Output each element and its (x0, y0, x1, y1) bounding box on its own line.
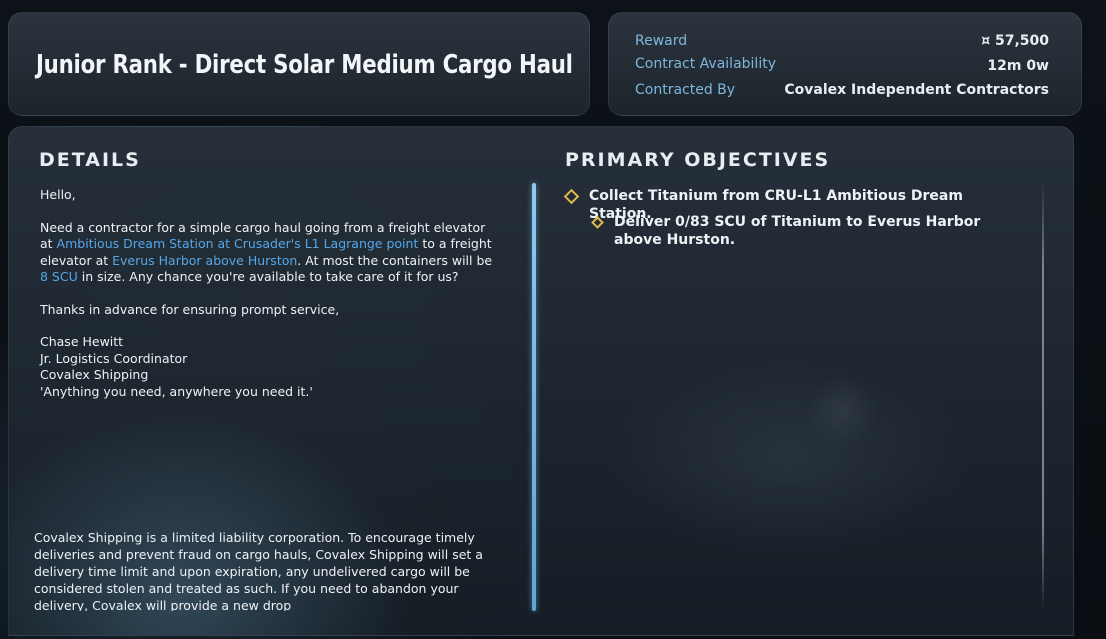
signature-block: Chase Hewitt Jr. Logistics Coordinator C… (40, 334, 500, 400)
availability-label: Contract Availability (635, 56, 776, 72)
request-text-3: . At most the containers will be (297, 252, 493, 268)
contract-screen: Junior Rank - Direct Solar Medium Cargo … (0, 0, 1106, 639)
reward-value: ¤ 57,500 (981, 33, 1049, 49)
objective-text: Deliver 0/83 SCU of Titanium to Everus H… (614, 214, 981, 248)
objectives-heading: PRIMARY OBJECTIVES (565, 149, 831, 171)
greeting-text: Hello, (40, 187, 76, 202)
contracted-by-value: Covalex Independent Contractors (784, 82, 1049, 98)
objectives-scroll-edge (1042, 183, 1044, 611)
dropoff-location-link[interactable]: Everus Harbor above Hurston (112, 253, 297, 268)
objective-diamond-icon (591, 216, 604, 229)
signature-name: Chase Hewitt (40, 334, 124, 349)
contract-info-panel: Reward ¤ 57,500 Contract Availability 12… (608, 12, 1082, 116)
request-text-4: in size. Any chance you're available to … (77, 269, 459, 284)
request-paragraph: Need a contractor for a simple cargo hau… (40, 220, 500, 286)
title-panel: Junior Rank - Direct Solar Medium Cargo … (8, 12, 590, 116)
signature-motto: 'Anything you need, anywhere you need it… (40, 383, 313, 399)
reward-label: Reward (635, 33, 688, 49)
signature-title: Jr. Logistics Coordinator (40, 350, 188, 366)
container-size-link[interactable]: 8 SCU (40, 269, 78, 284)
contracted-by-label: Contracted By (635, 82, 736, 98)
details-scrollbar[interactable] (532, 183, 536, 611)
thanks-text: Thanks in advance for ensuring prompt se… (40, 301, 340, 317)
objective-diamond-icon (563, 188, 580, 205)
signature-company: Covalex Shipping (40, 367, 149, 382)
legal-disclaimer: Covalex Shipping is a limited liability … (34, 530, 483, 611)
objective-secondary: Deliver 0/83 SCU of Titanium to Everus H… (591, 213, 983, 249)
contract-details-panel: DETAILS Hello, Need a contractor for a s… (8, 126, 1074, 636)
availability-value: 12m 0w (987, 58, 1049, 74)
contract-title: Junior Rank - Direct Solar Medium Cargo … (36, 50, 573, 80)
details-heading: DETAILS (39, 149, 141, 171)
details-text: Hello, Need a contractor for a simple ca… (40, 187, 500, 416)
pickup-location-link[interactable]: Ambitious Dream Station at Crusader's L1… (57, 236, 419, 251)
background-glow (806, 375, 878, 447)
